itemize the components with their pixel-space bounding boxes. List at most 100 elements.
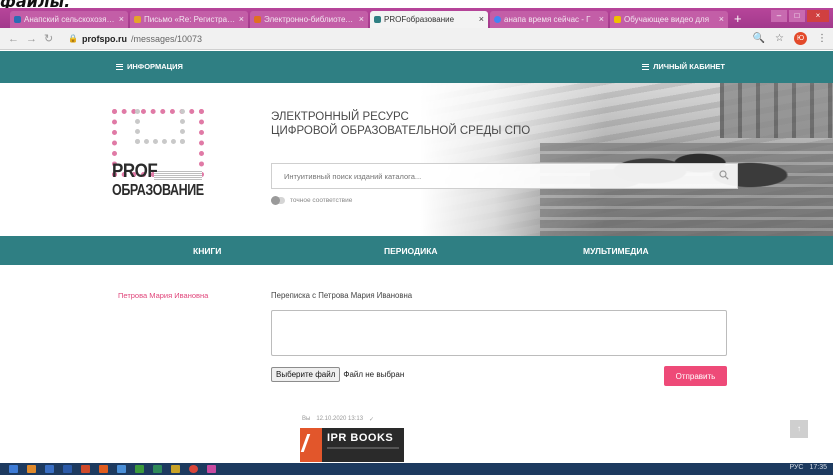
send-button[interactable]: Отправить xyxy=(664,366,727,386)
nav-books[interactable]: КНИГИ xyxy=(193,246,221,256)
profile-avatar[interactable]: Ю xyxy=(794,32,807,45)
logo-text-education: ОБРАЗОВАНИЕ xyxy=(112,181,204,199)
catalog-search xyxy=(271,163,738,189)
tab-favicon-icon xyxy=(374,16,381,23)
file-picker: Выберите файл Файл не выбран xyxy=(271,367,404,382)
close-tab-icon[interactable]: × xyxy=(119,14,124,24)
hamburger-icon xyxy=(116,63,123,70)
attachment-logo-text: IPR BOOKS xyxy=(327,432,394,444)
taskbar-app-icon[interactable] xyxy=(135,465,144,473)
language-indicator[interactable]: РУС xyxy=(789,464,803,471)
close-tab-icon[interactable]: × xyxy=(719,14,724,24)
logo-text-prof: PROF xyxy=(112,159,158,182)
main-nav: КНИГИ ПЕРИОДИКА МУЛЬТИМЕДИА xyxy=(0,236,833,265)
nav-multimedia[interactable]: МУЛЬТИМЕДИА xyxy=(583,246,649,256)
ipr-logo-icon xyxy=(300,428,322,462)
nav-periodicals[interactable]: ПЕРИОДИКА xyxy=(384,246,438,256)
taskbar-app-icon[interactable] xyxy=(171,465,180,473)
logo-stripes xyxy=(154,171,202,181)
tab-title: Анапский сельскохозяйственный xyxy=(24,15,116,24)
hero-photo xyxy=(420,83,833,236)
system-tray: РУС 17:35 xyxy=(789,464,827,471)
site-logo[interactable]: PROF ОБРАЗОВАНИЕ xyxy=(112,109,204,209)
browser-tab[interactable]: Электронно-библиотечная × xyxy=(250,11,368,28)
site-top-nav: ИНФОРМАЦИЯ ЛИЧНЫЙ КАБИНЕТ xyxy=(0,51,833,83)
window-controls: – □ × xyxy=(771,10,829,22)
clock[interactable]: 17:35 xyxy=(809,464,827,471)
tab-title: Письмо «Re: Регистрация xyxy=(144,15,236,24)
forward-icon[interactable]: → xyxy=(26,33,37,45)
minimize-icon[interactable]: – xyxy=(771,10,787,22)
taskbar-app-icon[interactable] xyxy=(99,465,108,473)
back-icon[interactable]: ← xyxy=(8,33,19,45)
scroll-to-top-button[interactable]: ↑ xyxy=(790,420,808,438)
bookmark-star-icon[interactable]: ☆ xyxy=(775,33,784,44)
tagline-line-1: ЭЛЕКТРОННЫЙ РЕСУРС xyxy=(271,111,409,123)
close-tab-icon[interactable]: × xyxy=(359,14,364,24)
choose-file-button[interactable]: Выберите файл xyxy=(271,367,341,382)
browser-tab-bar: Анапский сельскохозяйственный × Письмо «… xyxy=(0,8,833,28)
no-file-label: Файл не выбран xyxy=(343,370,405,379)
taskbar-app-icon[interactable] xyxy=(153,465,162,473)
tab-favicon-icon xyxy=(14,16,21,23)
address-bar-actions: 🔍 ☆ Ю ⋮ xyxy=(753,32,827,45)
message-textarea[interactable] xyxy=(271,310,727,356)
taskbar-app-icon[interactable] xyxy=(45,465,54,473)
lock-icon: 🔒 xyxy=(68,34,78,43)
tab-favicon-icon xyxy=(614,16,621,23)
menu-kebab-icon[interactable]: ⋮ xyxy=(817,33,827,44)
taskbar-app-icon[interactable] xyxy=(207,465,216,473)
taskbar-app-icon[interactable] xyxy=(117,465,126,473)
checkmark-icon: ✓ xyxy=(369,417,375,423)
tab-favicon-icon xyxy=(134,16,141,23)
message-author: Вы xyxy=(302,416,311,422)
os-taskbar: РУС 17:35 xyxy=(0,463,833,475)
tagline-line-2: ЦИФРОВОЙ ОБРАЗОВАТЕЛЬНОЙ СРЕДЫ СПО xyxy=(271,125,531,137)
browser-tab[interactable]: Анапский сельскохозяйственный × xyxy=(10,11,128,28)
close-tab-icon[interactable]: × xyxy=(599,14,604,24)
attachment-thumbnail[interactable]: IPR BOOKS xyxy=(300,428,404,462)
browser-tab-active[interactable]: PROFобразование × xyxy=(370,11,488,28)
browser-tab[interactable]: анапа время сейчас - Г × xyxy=(490,11,608,28)
hero-banner: PROF ОБРАЗОВАНИЕ ЭЛЕКТРОННЫЙ РЕСУРС ЦИФР… xyxy=(0,83,833,236)
taskbar-app-icon[interactable] xyxy=(27,465,36,473)
taskbar-app-icon[interactable] xyxy=(81,465,90,473)
conversation-contact[interactable]: Петрова Мария Ивановна xyxy=(118,291,208,300)
taskbar-app-icon[interactable] xyxy=(63,465,72,473)
message-time: 12.10.2020 13:13 xyxy=(316,416,364,422)
message-meta: Вы 12.10.2020 13:13 ✓ xyxy=(302,416,374,423)
site-tagline: ЭЛЕКТРОННЫЙ РЕСУРС ЦИФРОВОЙ ОБРАЗОВАТЕЛЬ… xyxy=(271,110,530,138)
attachment-subtitle-bar xyxy=(327,447,399,449)
search-icon[interactable] xyxy=(719,170,729,180)
close-tab-icon[interactable]: × xyxy=(479,14,484,24)
start-icon[interactable] xyxy=(9,465,18,473)
url-path: /messages/10073 xyxy=(130,33,203,44)
url-host: profspo.ru xyxy=(81,33,127,44)
maximize-icon[interactable]: □ xyxy=(789,10,805,22)
tab-title: Обучающее видео для xyxy=(624,15,710,24)
tab-title: Электронно-библиотечная xyxy=(264,15,356,24)
hamburger-icon xyxy=(642,63,650,70)
account-menu[interactable]: ЛИЧНЫЙ КАБИНЕТ xyxy=(642,62,725,71)
search-input[interactable] xyxy=(272,164,702,188)
close-window-icon[interactable]: × xyxy=(807,10,829,22)
new-tab-button[interactable]: + xyxy=(734,10,742,28)
close-tab-icon[interactable]: × xyxy=(239,14,244,24)
zoom-icon[interactable]: 🔍 xyxy=(753,33,765,44)
reload-icon[interactable]: ↻ xyxy=(44,32,54,45)
browser-tab[interactable]: Письмо «Re: Регистрация × xyxy=(130,11,248,28)
chrome-icon[interactable] xyxy=(189,465,198,473)
info-menu-label: ИНФОРМАЦИЯ xyxy=(127,62,183,71)
info-menu[interactable]: ИНФОРМАЦИЯ xyxy=(116,62,183,71)
browser-tab[interactable]: Обучающее видео для × xyxy=(610,11,728,28)
tab-title: PROFобразование xyxy=(384,15,455,24)
toggle-switch[interactable] xyxy=(271,196,285,205)
tab-favicon-icon xyxy=(494,16,501,23)
exact-match-toggle[interactable]: точное соответствие xyxy=(271,196,353,205)
url-field[interactable]: 🔒 profspo.ru/messages/10073 xyxy=(68,34,202,44)
page-caption: файлы. xyxy=(0,0,71,11)
account-menu-label: ЛИЧНЫЙ КАБИНЕТ xyxy=(653,62,725,71)
exact-match-label: точное соответствие xyxy=(290,197,353,204)
tab-title: анапа время сейчас - Г xyxy=(504,15,591,24)
tab-favicon-icon xyxy=(254,16,261,23)
